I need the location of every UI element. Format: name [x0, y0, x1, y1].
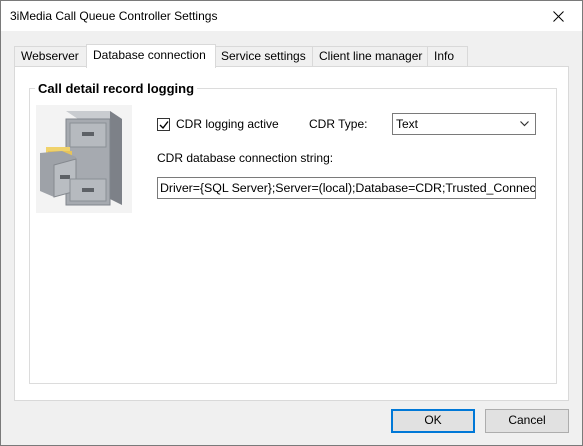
database-connection-page: Call detail record logging CDR logging a…	[14, 66, 569, 401]
cancel-button[interactable]: Cancel	[485, 409, 569, 433]
cancel-label: Cancel	[508, 413, 546, 427]
connection-string-value: Driver={SQL Server};Server=(local);Datab…	[160, 181, 536, 195]
tab-service-settings[interactable]: Service settings	[214, 46, 313, 66]
close-icon	[553, 11, 564, 22]
file-cabinet-icon	[36, 105, 132, 213]
checkmark-icon	[159, 121, 169, 130]
connection-string-input[interactable]: Driver={SQL Server};Server=(local);Datab…	[157, 177, 536, 199]
cdr-logging-checkbox[interactable]	[157, 118, 170, 131]
window-title: 3iMedia Call Queue Controller Settings	[10, 9, 218, 23]
tab-label: Webserver	[21, 49, 79, 63]
title-bar: 3iMedia Call Queue Controller Settings	[1, 1, 582, 31]
tab-label: Info	[434, 49, 455, 63]
connection-string-label: CDR database connection string:	[157, 151, 334, 165]
cdr-type-value: Text	[396, 117, 419, 131]
tab-database-connection[interactable]: Database connection	[86, 44, 216, 68]
cdr-logging-label[interactable]: CDR logging active	[176, 117, 279, 131]
ok-label: OK	[424, 413, 442, 427]
tab-client-line-manager[interactable]: Client line manager	[312, 46, 428, 66]
tab-label: Service settings	[221, 49, 306, 63]
group-title: Call detail record logging	[35, 81, 198, 96]
ok-button[interactable]: OK	[391, 409, 475, 433]
tab-info[interactable]: Info	[427, 46, 468, 66]
settings-window: 3iMedia Call Queue Controller Settings W…	[0, 0, 583, 446]
chevron-down-icon	[520, 121, 529, 127]
cdr-type-label: CDR Type:	[309, 117, 368, 131]
close-button[interactable]	[536, 1, 582, 31]
tab-webserver[interactable]: Webserver	[14, 46, 88, 66]
tab-label: Client line manager	[319, 49, 423, 63]
cdr-type-select[interactable]: Text	[392, 113, 536, 135]
tab-label: Database connection	[93, 48, 206, 62]
